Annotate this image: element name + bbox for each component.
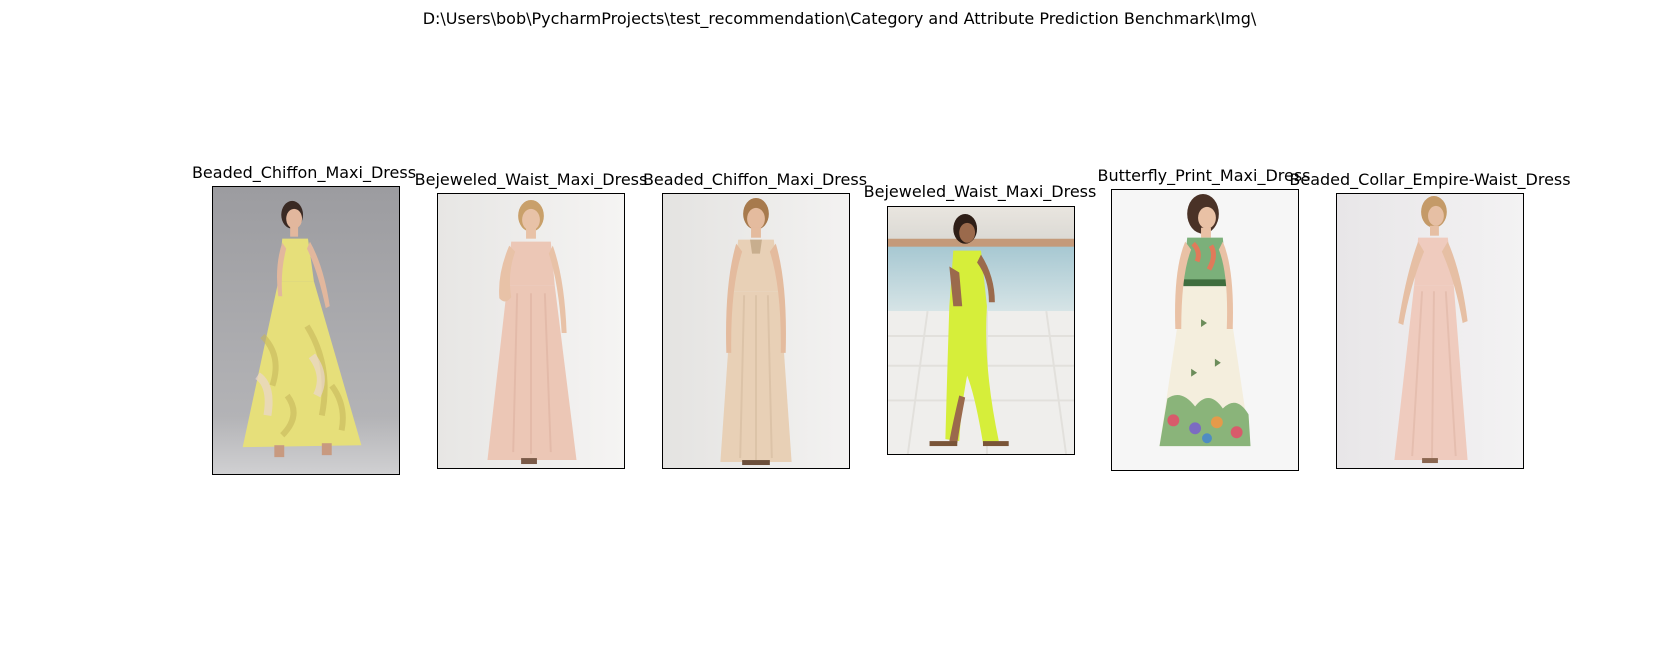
dress-photo xyxy=(1111,189,1299,471)
dress-photo xyxy=(887,206,1075,455)
yellow-floral-dress-photo xyxy=(213,187,399,474)
butterfly-print-dress-photo xyxy=(1112,190,1298,470)
figure-title: D:\Users\bob\PycharmProjects\test_recomm… xyxy=(422,9,1257,28)
dress-photo xyxy=(1336,193,1524,469)
dress-photo xyxy=(662,193,850,469)
panel-title: Beaded_Collar_Empire-Waist_Dress xyxy=(1289,170,1571,189)
blush-empire-waist-dress-photo xyxy=(1337,194,1523,468)
dress-photo xyxy=(437,193,625,469)
dress-photo xyxy=(212,186,400,475)
neon-beach-dress-photo xyxy=(888,207,1074,454)
blush-halter-dress-photo xyxy=(438,194,624,468)
beige-beaded-dress-photo xyxy=(663,194,849,468)
